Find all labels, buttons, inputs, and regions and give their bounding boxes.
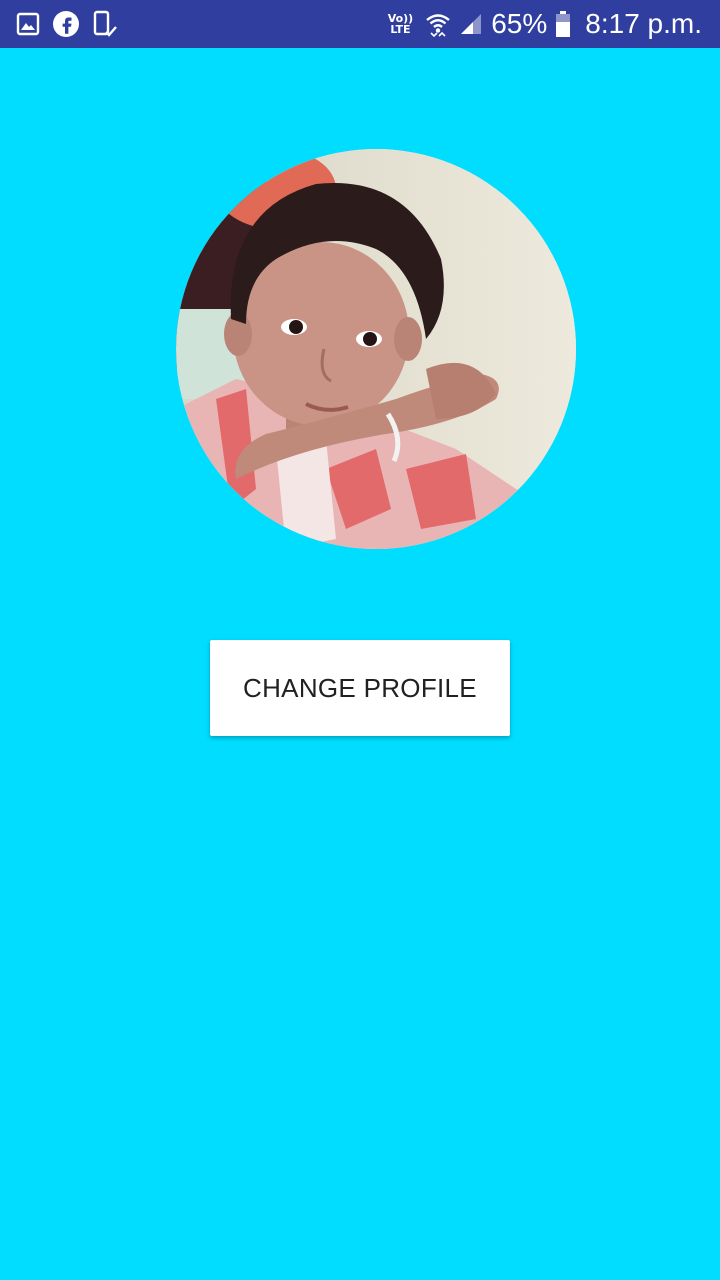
fb-lite-notification-icon <box>52 10 80 38</box>
device-check-notification-icon <box>92 10 118 38</box>
cell-signal-icon <box>459 12 483 36</box>
volte-bottom-label: LTE <box>390 23 411 36</box>
clock: 8:17 p.m. <box>585 8 702 39</box>
profile-avatar <box>176 149 576 549</box>
battery-icon <box>555 10 571 38</box>
profile-photo <box>176 149 576 549</box>
profile-screen: CHANGE PROFILE <box>0 48 720 1280</box>
status-bar: Vo)) LTE 65% 8:17 p.m. <box>0 0 720 48</box>
battery-percent: 65% <box>491 8 548 39</box>
notification-icons <box>16 10 118 38</box>
system-status: Vo)) LTE 65% 8:17 p.m. <box>388 8 702 40</box>
change-profile-button[interactable]: CHANGE PROFILE <box>210 640 510 736</box>
wifi-icon <box>425 11 451 37</box>
volte-indicator: Vo)) LTE <box>388 13 414 35</box>
gallery-notification-icon <box>16 12 40 36</box>
